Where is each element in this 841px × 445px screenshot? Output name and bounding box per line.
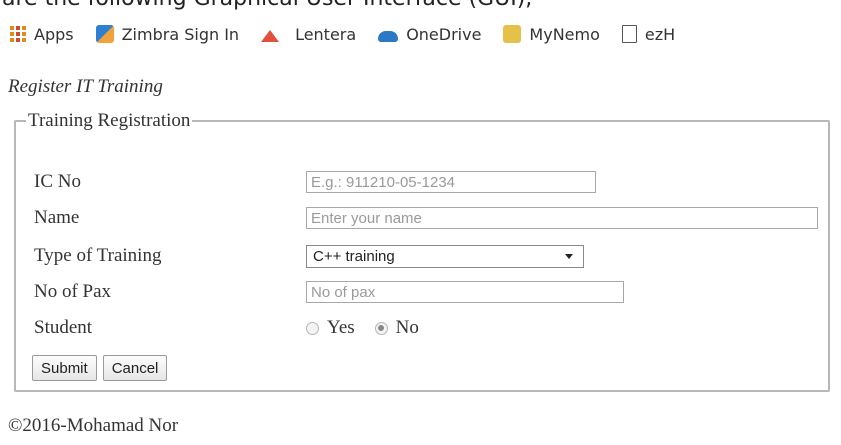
no-of-pax-label: No of Pax <box>34 281 112 302</box>
apps-grid-icon <box>10 26 26 42</box>
name-input[interactable] <box>306 207 818 229</box>
bookmark-label: OneDrive <box>406 24 482 44</box>
ic-no-label: IC No <box>34 171 81 192</box>
bookmark-mynemo[interactable]: MyNemo <box>503 24 600 44</box>
mynemo-icon <box>503 25 522 43</box>
training-type-row: Type of Training C++ training <box>34 242 584 270</box>
student-yes-label: Yes <box>327 317 355 338</box>
page-icon <box>621 25 637 43</box>
bookmark-label: MyNemo <box>529 24 600 44</box>
student-yes-radio[interactable] <box>306 321 319 335</box>
bookmark-ezh[interactable]: ezH <box>621 24 676 44</box>
training-type-selected: C++ training <box>313 247 395 265</box>
onedrive-cloud-icon <box>378 31 399 42</box>
page-title: Register IT Training <box>8 76 163 97</box>
no-of-pax-input[interactable] <box>306 281 624 303</box>
bookmark-label: Lentera <box>295 24 357 44</box>
cancel-button[interactable]: Cancel <box>102 355 168 381</box>
training-type-label: Type of Training <box>34 245 162 266</box>
fieldset-legend: Training Registration <box>28 110 191 131</box>
training-registration-fieldset: Training Registration IC No Name Type of… <box>14 110 830 392</box>
training-type-select[interactable]: C++ training <box>306 244 584 268</box>
no-of-pax-row: No of Pax <box>34 278 624 306</box>
submit-button[interactable]: Submit <box>32 355 97 381</box>
bookmark-apps[interactable]: Apps <box>10 25 74 44</box>
caption-strip: are the following Graphical User Interfa… <box>0 0 841 12</box>
bookmark-label: Apps <box>34 24 74 44</box>
footer-copyright: ©2016-Mohamad Nor <box>8 415 179 436</box>
student-no-label: No <box>395 317 419 338</box>
student-row: Student Yes No <box>34 314 439 342</box>
bookmark-label: ezH <box>644 24 676 44</box>
chevron-down-icon <box>565 253 573 259</box>
form-actions: Submit Cancel <box>32 354 173 382</box>
ic-no-input[interactable] <box>306 171 596 193</box>
lentera-icon <box>261 30 280 42</box>
zimbra-icon <box>95 25 114 43</box>
name-label: Name <box>34 207 80 228</box>
name-row: Name <box>34 204 818 232</box>
student-label: Student <box>34 317 93 338</box>
student-no-radio[interactable] <box>374 321 388 335</box>
bookmarks-bar: Apps Zimbra Sign In Lentera OneDrive MyN… <box>0 18 841 50</box>
bookmark-onedrive[interactable]: OneDrive <box>378 25 481 44</box>
bookmark-zimbra[interactable]: Zimbra Sign In <box>95 24 240 44</box>
bookmark-label: Zimbra Sign In <box>121 24 240 44</box>
bookmark-lentera[interactable]: Lentera <box>261 25 356 44</box>
ic-no-row: IC No <box>34 168 596 196</box>
